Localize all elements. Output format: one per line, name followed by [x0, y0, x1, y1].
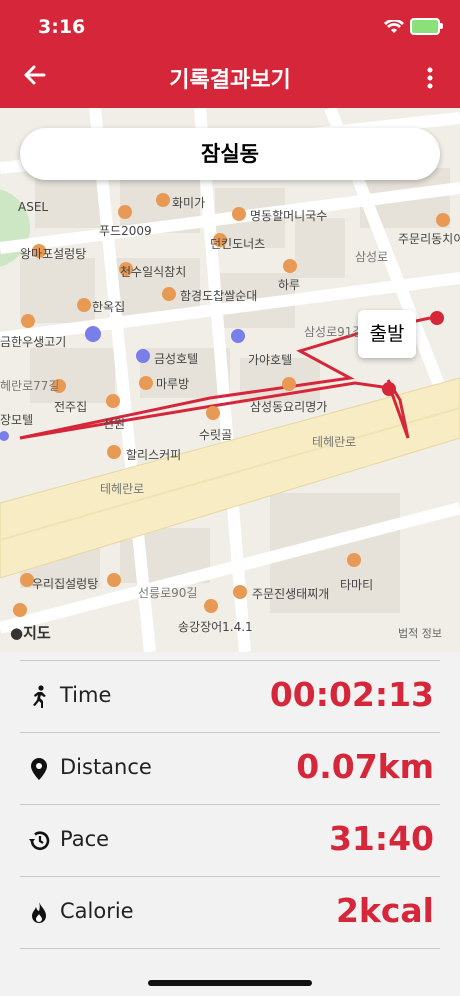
map-label: 명동할머니국수	[250, 209, 328, 223]
page-title: 기록결과보기	[169, 68, 291, 93]
flame-icon	[32, 902, 46, 923]
map-label: 장모텔	[0, 413, 34, 427]
route-map[interactable]: ASEL 화미가 푸드2009 명동할머니국수 주문리동치이 왕마포설렁탕 던킨…	[0, 108, 460, 652]
map-label: 하루	[278, 278, 301, 292]
map-label: 한옥집	[92, 300, 126, 314]
stat-row-pace: Pace 31:40	[20, 805, 440, 877]
map-label: 헤란로77길	[0, 379, 60, 393]
stat-value: 2kcal	[335, 891, 434, 930]
map-label: 가야호텔	[248, 353, 293, 367]
running-icon	[33, 685, 46, 708]
maps-attribution-text: 지도	[23, 624, 51, 642]
map-label: 왕마포설렁탕	[20, 247, 87, 261]
stats-list: Time 00:02:13 Distance 0.07km Pace 31:40…	[20, 660, 440, 949]
map-label: 던킨도너츠	[210, 237, 266, 251]
stat-label: Calorie	[60, 899, 134, 923]
stat-row-calorie: Calorie 2kcal	[20, 877, 440, 949]
wifi-icon	[384, 19, 404, 33]
apple-logo-icon: ●	[10, 624, 24, 642]
maps-attribution: ●지도	[10, 622, 51, 643]
map-label: 테헤란로	[100, 482, 145, 496]
start-marker-label: 출발	[358, 310, 416, 358]
map-label: 마루방	[156, 377, 190, 391]
map-label: 할리스커피	[126, 448, 182, 462]
map-label: 삼성로91길	[304, 325, 364, 339]
stat-label: Pace	[60, 827, 110, 851]
home-indicator[interactable]	[148, 980, 312, 986]
status-icons	[384, 18, 443, 35]
stat-label: Time	[60, 683, 112, 707]
map-label: 선릉로90길	[138, 586, 198, 600]
history-icon	[29, 831, 50, 850]
map-canvas	[0, 108, 460, 652]
map-label: 주문진생태찌개	[252, 587, 330, 601]
location-pin-icon	[31, 758, 47, 780]
map-label: 삼성로	[355, 250, 389, 264]
stat-value: 00:02:13	[269, 675, 434, 714]
map-label: 함경도찹쌀순대	[180, 289, 258, 303]
stat-value: 31:40	[328, 819, 434, 858]
map-label: 전주집	[54, 400, 88, 414]
more-options-icon[interactable]	[424, 66, 436, 90]
map-label: 푸드2009	[99, 224, 152, 238]
map-label: 우리집설렁탕	[32, 577, 99, 591]
map-label: 수릿골	[199, 428, 233, 442]
map-label: 천수일식참치	[120, 265, 187, 279]
map-label: 금성호텔	[154, 352, 199, 366]
map-label: 주문리동치이	[398, 232, 460, 246]
map-label: 선원	[103, 417, 126, 431]
map-label: 화미가	[172, 196, 206, 210]
legal-link[interactable]: 법적 정보	[398, 625, 442, 641]
map-label: 테헤란로	[312, 435, 357, 449]
map-label: 금한우생고기	[0, 335, 67, 349]
battery-icon	[410, 18, 443, 35]
stat-row-time: Time 00:02:13	[20, 661, 440, 733]
map-label: 송강장어1.4.1	[178, 620, 253, 634]
location-name-pill: 잠실동	[20, 128, 440, 180]
status-time: 3:16	[38, 16, 86, 38]
stat-row-distance: Distance 0.07km	[20, 733, 440, 805]
stat-label: Distance	[60, 755, 152, 779]
map-label: 삼성동요리명가	[250, 400, 328, 414]
stat-value: 0.07km	[296, 747, 434, 786]
app-header: 3:16 기록결과보기	[0, 0, 460, 108]
map-label: ASEL	[18, 200, 49, 214]
map-label: 타마티	[340, 578, 374, 592]
